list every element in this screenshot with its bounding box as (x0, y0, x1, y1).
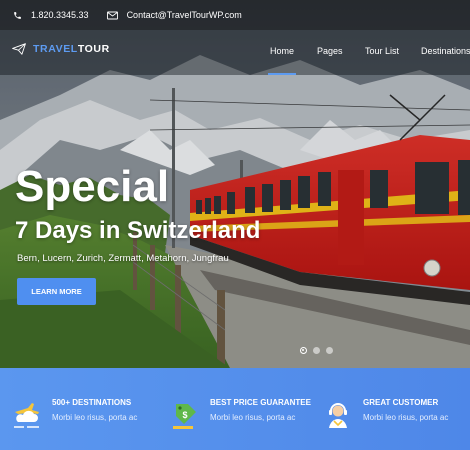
slider-dot-3[interactable] (326, 347, 333, 354)
phone-contact[interactable]: 1.820.3345.33 (13, 10, 89, 20)
slider-dot-2[interactable] (313, 347, 320, 354)
feature-description: Morbi leo risus, porta ac (210, 413, 296, 422)
hero-title: Special (15, 162, 170, 211)
site-logo[interactable]: TRAVEL TOUR (12, 43, 110, 55)
price-tag-money-icon: $ (173, 404, 196, 429)
active-menu-indicator (268, 73, 296, 75)
envelope-icon (106, 11, 118, 19)
slider-dot-1[interactable] (300, 347, 307, 354)
top-contact-bar: 1.820.3345.33 Contact@TravelTourWP.com (0, 0, 470, 30)
menu-item-pages[interactable]: Pages (317, 46, 343, 56)
phone-number: 1.820.3345.33 (31, 10, 89, 20)
hero-places: Bern, Lucern, Zurich, Zermatt, Metahorn,… (17, 253, 229, 264)
plane-cloud-icon (14, 403, 39, 428)
email-address: Contact@TravelTourWP.com (126, 10, 242, 20)
menu-item-tour-list[interactable]: Tour List (365, 46, 399, 56)
svg-text:$: $ (182, 410, 187, 420)
learn-more-button[interactable]: LEARN MORE (17, 278, 96, 305)
feature-best-price: $ BEST PRICE GUARANTEE Morbi leo risus, … (170, 398, 311, 430)
features-strip: 500+ DESTINATIONS Morbi leo risus, porta… (0, 368, 470, 450)
phone-icon (14, 11, 21, 19)
feature-great-customer: GREAT CUSTOMER Morbi leo risus, porta ac (323, 398, 448, 430)
hero-subtitle: 7 Days in Switzerland (15, 217, 261, 244)
menu-item-destinations[interactable]: Destinations (421, 46, 470, 56)
paper-plane-icon (12, 43, 26, 55)
menu-item-home[interactable]: Home (270, 46, 294, 56)
feature-title: GREAT CUSTOMER (363, 398, 439, 407)
feature-title: 500+ DESTINATIONS (52, 398, 132, 407)
customer-support-icon (329, 403, 347, 428)
slider-pagination (300, 347, 339, 354)
logo-text-tour: TOUR (77, 43, 110, 55)
logo-text-travel: TRAVEL (33, 43, 78, 55)
feature-destinations: 500+ DESTINATIONS Morbi leo risus, porta… (12, 398, 137, 430)
email-contact[interactable]: Contact@TravelTourWP.com (106, 10, 242, 20)
main-navbar: TRAVEL TOUR Home Pages Tour List Destina… (0, 30, 470, 75)
feature-title: BEST PRICE GUARANTEE (210, 398, 311, 407)
feature-description: Morbi leo risus, porta ac (52, 413, 138, 422)
feature-description: Morbi leo risus, porta ac (363, 413, 449, 422)
